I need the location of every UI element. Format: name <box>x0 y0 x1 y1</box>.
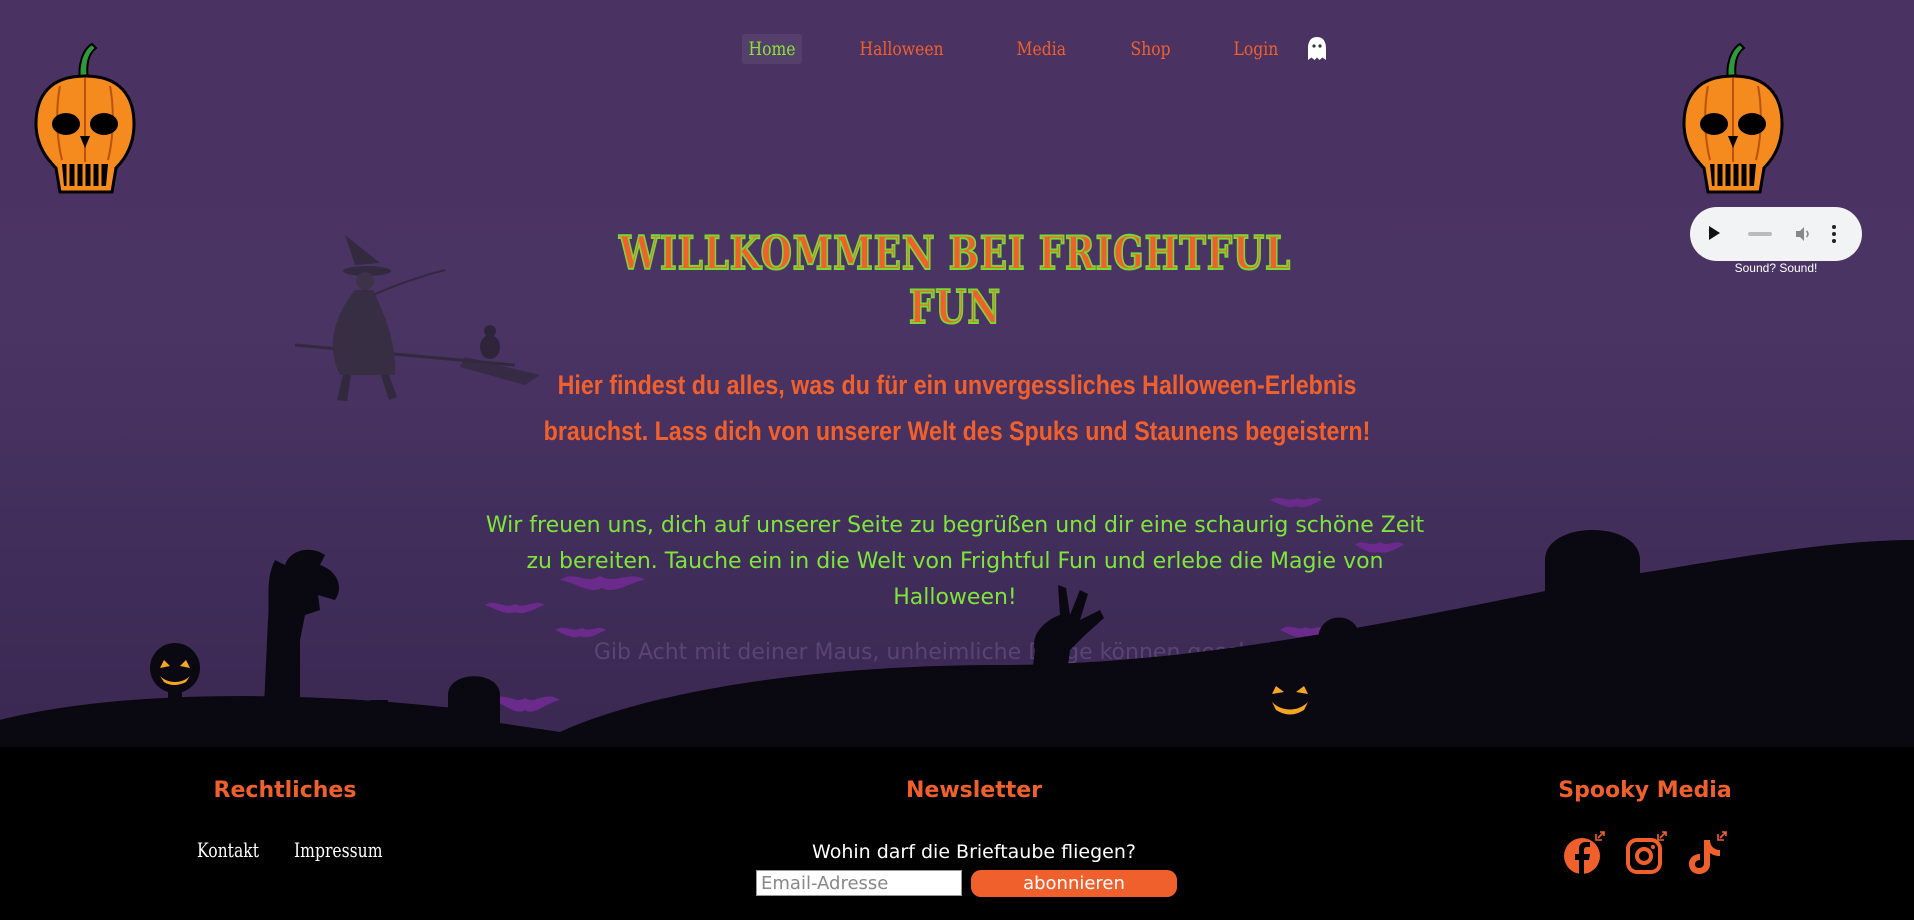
footer-media-title: Spooky Media <box>1558 778 1732 803</box>
witch-illustration <box>294 235 540 401</box>
page-title: Willkommen bei Frightful Fun <box>618 225 1292 335</box>
more-options-icon[interactable] <box>1832 224 1836 244</box>
nav-item-shop[interactable]: Shop <box>1124 34 1177 64</box>
audio-progress-bar[interactable] <box>1748 232 1772 236</box>
play-icon[interactable] <box>1709 226 1720 240</box>
volume-icon[interactable] <box>1794 225 1812 243</box>
footer-newsletter-title: Newsletter <box>905 778 1043 803</box>
pumpkin-skull-logo <box>34 42 136 194</box>
graveyard-silhouette <box>0 497 1914 750</box>
intro-text: Hier findest du alles, was du für ein un… <box>543 370 1371 446</box>
audio-caption: Sound? Sound! <box>1734 261 1818 275</box>
subscribe-button[interactable]: abonnieren <box>971 870 1177 897</box>
nav-item-home[interactable]: Home <box>742 34 803 64</box>
pumpkin-skull-logo <box>1682 42 1784 194</box>
newsletter-question: Wohin darf die Brieftaube fliegen? <box>812 841 1136 863</box>
tiktok-icon[interactable] <box>1682 830 1730 878</box>
nav-item-halloween[interactable]: Halloween <box>853 34 950 64</box>
contact-link[interactable]: Kontakt <box>197 838 259 862</box>
audio-player[interactable] <box>1690 207 1862 261</box>
ghost-icon[interactable] <box>1305 36 1329 62</box>
instagram-icon[interactable] <box>1622 830 1670 878</box>
nav-item-login[interactable]: Login <box>1227 34 1285 64</box>
main-nav: Home Halloween Media Shop Login <box>742 30 1329 68</box>
facebook-icon[interactable] <box>1560 830 1608 878</box>
imprint-link[interactable]: Impressum <box>294 838 382 862</box>
footer-legal-title: Rechtliches <box>213 778 357 803</box>
nav-item-media[interactable]: Media <box>1010 34 1073 64</box>
email-field[interactable] <box>756 870 962 896</box>
